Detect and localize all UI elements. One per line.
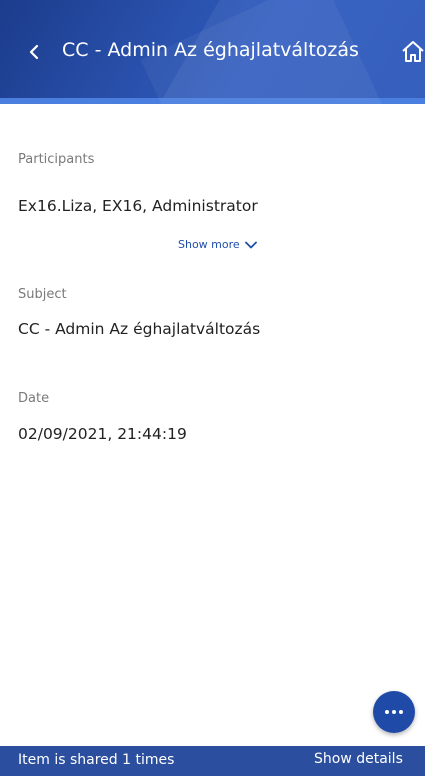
date-label: Date [18, 391, 50, 406]
date-value: 02/09/2021, 21:44:19 [18, 425, 187, 443]
more-icon [385, 710, 403, 714]
subject-value: CC - Admin Az éghajlatváltozás [18, 320, 261, 338]
header-accent-line [0, 98, 425, 104]
page-title: CC - Admin Az éghajlatváltozás [62, 39, 359, 61]
back-button[interactable] [22, 38, 46, 66]
more-actions-button[interactable] [373, 691, 415, 733]
show-more-link[interactable]: Show more [178, 238, 257, 251]
page: CC - Admin Az éghajlatváltozás Participa… [0, 0, 425, 776]
subject-label: Subject [18, 287, 67, 302]
shared-count-text: Item is shared 1 times [18, 752, 175, 768]
participants-value: Ex16.Liza, EX16, Administrator [18, 197, 258, 215]
show-details-button[interactable]: Show details [314, 751, 403, 767]
chevron-down-icon [244, 241, 257, 248]
chevron-left-icon [29, 44, 39, 60]
home-icon [402, 41, 424, 62]
app-header: CC - Admin Az éghajlatváltozás [0, 0, 425, 104]
participants-label: Participants [18, 152, 95, 167]
home-button[interactable] [400, 38, 425, 66]
show-more-label: Show more [178, 238, 240, 251]
share-status-bar: Item is shared 1 times Show details [0, 746, 425, 776]
